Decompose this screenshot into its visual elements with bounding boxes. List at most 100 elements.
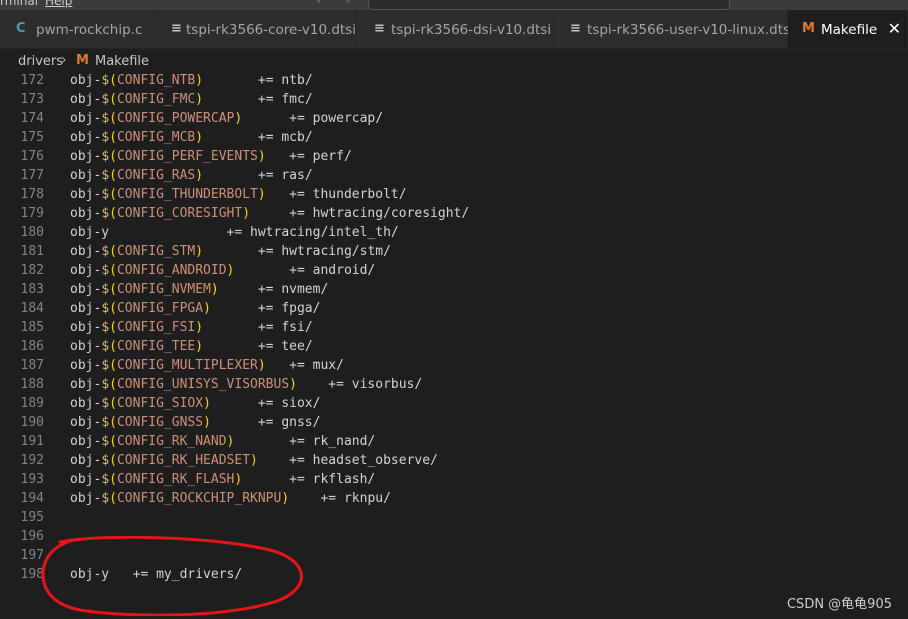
code-text: obj-$(CONFIG_MULTIPLEXER) += mux/: [70, 358, 344, 373]
code-line[interactable]: 173 obj-$(CONFIG_FMC) += fmc/: [0, 91, 908, 110]
code-line[interactable]: 186 obj-$(CONFIG_TEE) += tee/: [0, 338, 908, 357]
code-text: obj-$(CONFIG_PERF_EVENTS) += perf/: [70, 149, 352, 164]
tab-makefile[interactable]: M Makefile ✕: [788, 10, 908, 48]
line-number: 182: [20, 263, 44, 278]
code-text: obj-$(CONFIG_THUNDERBOLT) += thunderbolt…: [70, 187, 407, 202]
code-text: obj-$(CONFIG_SIOX) += siox/: [70, 396, 321, 411]
code-text: obj-$(CONFIG_FMC) += fmc/: [70, 92, 313, 107]
tab-label: tspi-rk3566-dsi-v10.dtsi: [391, 22, 552, 38]
back-arrow-icon[interactable]: ‹: [316, 0, 322, 8]
line-number: 178: [20, 187, 44, 202]
code-line[interactable]: 172 obj-$(CONFIG_NTB) += ntb/: [0, 72, 908, 91]
line-number: 196: [20, 529, 44, 544]
text-file-icon: ≡: [570, 21, 581, 36]
tab-dsi-dtsi[interactable]: ≡ tspi-rk3566-dsi-v10.dtsi: [356, 10, 554, 48]
watermark: CSDN @龟龟905: [786, 597, 892, 612]
breadcrumb: drivers › M Makefile: [0, 50, 908, 72]
forward-arrow-icon[interactable]: ›: [345, 0, 351, 8]
c-file-icon: C: [16, 21, 26, 36]
code-text: obj-$(CONFIG_RK_NAND) += rk_nand/: [70, 434, 376, 449]
menu-terminal[interactable]: rminal: [0, 0, 38, 8]
breadcrumb-file[interactable]: Makefile: [95, 54, 149, 69]
code-line[interactable]: 188 obj-$(CONFIG_UNISYS_VISORBUS) += viso…: [0, 376, 908, 395]
line-number: 180: [20, 225, 44, 240]
line-number: 188: [20, 377, 44, 392]
line-number: 198: [20, 567, 44, 582]
line-number: 191: [20, 434, 44, 449]
line-number: 195: [20, 510, 44, 525]
code-text: obj-$(CONFIG_MCB) += mcb/: [70, 130, 313, 145]
line-number: 172: [20, 73, 44, 88]
code-line[interactable]: 177 obj-$(CONFIG_RAS) += ras/: [0, 167, 908, 186]
code-text: obj-$(CONFIG_NTB) += ntb/: [70, 73, 313, 88]
code-text: obj-$(CONFIG_UNISYS_VISORBUS) += visorbu…: [70, 377, 423, 392]
code-line[interactable]: 184 obj-$(CONFIG_FPGA) += fpga/: [0, 300, 908, 319]
line-number: 194: [20, 491, 44, 506]
tab-pwm-rockchip[interactable]: C pwm-rockchip.c: [0, 10, 155, 48]
menu-help[interactable]: Help: [45, 0, 72, 8]
code-line[interactable]: 187 obj-$(CONFIG_MULTIPLEXER) += mux/: [0, 357, 908, 376]
code-line[interactable]: 195: [0, 509, 908, 528]
text-file-icon: ≡: [171, 21, 182, 36]
text-file-icon: ≡: [374, 21, 385, 36]
line-number: 187: [20, 358, 44, 373]
code-line[interactable]: 183 obj-$(CONFIG_NVMEM) += nvmem/: [0, 281, 908, 300]
line-number: 197: [20, 548, 44, 563]
code-line[interactable]: 178 obj-$(CONFIG_THUNDERBOLT) += thunderb…: [0, 186, 908, 205]
code-text: obj-$(CONFIG_GNSS) += gnss/: [70, 415, 321, 430]
code-line[interactable]: 190 obj-$(CONFIG_GNSS) += gnss/: [0, 414, 908, 433]
code-line[interactable]: 182 obj-$(CONFIG_ANDROID) += android/: [0, 262, 908, 281]
code-text: obj-$(CONFIG_POWERCAP) += powercap/: [70, 111, 384, 126]
tab-label: Makefile: [821, 22, 878, 38]
code-text: obj-$(CONFIG_NVMEM) += nvmem/: [70, 282, 329, 297]
editor-tab-bar: C pwm-rockchip.c ≡ tspi-rk3566-core-v10.…: [0, 10, 908, 49]
code-text: obj-$(CONFIG_RK_HEADSET) += headset_obse…: [70, 453, 438, 468]
tab-label: tspi-rk3566-user-v10-linux.dts: [587, 22, 791, 38]
line-number: 184: [20, 301, 44, 316]
tab-core-dtsi[interactable]: ≡ tspi-rk3566-core-v10.dtsi: [155, 10, 356, 48]
code-text: obj-$(CONFIG_RK_FLASH) += rkflash/: [70, 472, 376, 487]
code-line[interactable]: 175 obj-$(CONFIG_MCB) += mcb/: [0, 129, 908, 148]
code-text: obj-$(CONFIG_FPGA) += fpga/: [70, 301, 321, 316]
line-number: 192: [20, 453, 44, 468]
line-number: 175: [20, 130, 44, 145]
line-number: 174: [20, 111, 44, 126]
line-number: 190: [20, 415, 44, 430]
line-number: 176: [20, 149, 44, 164]
line-number: 185: [20, 320, 44, 335]
code-line[interactable]: 174 obj-$(CONFIG_POWERCAP) += powercap/: [0, 110, 908, 129]
line-number: 181: [20, 244, 44, 259]
line-number: 183: [20, 282, 44, 297]
code-text: obj-$(CONFIG_CORESIGHT) += hwtracing/cor…: [70, 206, 470, 221]
tab-label: tspi-rk3566-core-v10.dtsi: [186, 22, 356, 38]
line-number: 173: [20, 92, 44, 107]
tab-label: pwm-rockchip.c: [36, 22, 143, 38]
code-line[interactable]: 192 obj-$(CONFIG_RK_HEADSET) += headset_o…: [0, 452, 908, 471]
code-text: obj-$(CONFIG_RAS) += ras/: [70, 168, 313, 183]
code-text: obj-$(CONFIG_FSI) += fsi/: [70, 320, 313, 335]
code-line[interactable]: 194 obj-$(CONFIG_ROCKCHIP_RKNPU) += rknpu…: [0, 490, 908, 509]
code-line[interactable]: 180 obj-y += hwtracing/intel_th/: [0, 224, 908, 243]
code-line[interactable]: 191 obj-$(CONFIG_RK_NAND) += rk_nand/: [0, 433, 908, 452]
command-center-search[interactable]: ⌕ kernel: [368, 0, 730, 10]
tab-user-dts[interactable]: ≡ tspi-rk3566-user-v10-linux.dts: [554, 10, 791, 48]
code-line[interactable]: 179 obj-$(CONFIG_CORESIGHT) += hwtracing/…: [0, 205, 908, 224]
code-line[interactable]: 189 obj-$(CONFIG_SIOX) += siox/: [0, 395, 908, 414]
code-text: obj-$(CONFIG_ANDROID) += android/: [70, 263, 376, 278]
line-number: 189: [20, 396, 44, 411]
code-line[interactable]: 176 obj-$(CONFIG_PERF_EVENTS) += perf/: [0, 148, 908, 167]
line-number: 193: [20, 472, 44, 487]
code-line[interactable]: 181 obj-$(CONFIG_STM) += hwtracing/stm/: [0, 243, 908, 262]
menu-bar: rminal Help ‹ › ⌕ kernel: [0, 0, 908, 10]
chevron-right-icon: ›: [61, 52, 67, 68]
makefile-icon: M: [76, 53, 89, 68]
code-line[interactable]: 193 obj-$(CONFIG_RK_FLASH) += rkflash/: [0, 471, 908, 490]
code-line[interactable]: 185 obj-$(CONFIG_FSI) += fsi/: [0, 319, 908, 338]
code-text: obj-$(CONFIG_TEE) += tee/: [70, 339, 313, 354]
annotation-circle: [41, 536, 303, 616]
close-icon[interactable]: ✕: [888, 19, 901, 38]
code-text: obj-y += hwtracing/intel_th/: [70, 225, 399, 240]
line-number: 177: [20, 168, 44, 183]
breadcrumb-folder[interactable]: drivers: [18, 54, 63, 69]
line-number: 186: [20, 339, 44, 354]
